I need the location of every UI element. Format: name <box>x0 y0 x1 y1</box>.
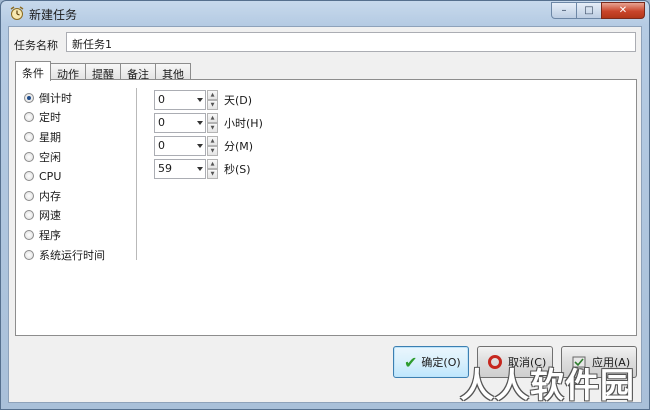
task-app-icon <box>10 6 24 20</box>
radio-unchecked-icon[interactable] <box>24 249 34 260</box>
radio-idle[interactable]: 空闲 <box>24 147 105 167</box>
minimize-icon: – <box>561 5 567 16</box>
seconds-label: 秒(S) <box>224 162 251 176</box>
radio-unchecked-icon[interactable] <box>24 171 34 182</box>
ok-button-label: 确定(O) <box>421 356 461 369</box>
maximize-button[interactable]: □ <box>576 2 602 19</box>
seconds-spinner: ▲ ▼ <box>207 158 218 179</box>
conditions-panel: 倒计时 定时 星期 空闲 CPU 内存 网速 程序 系统运行时间 0 ▲ ▼ 天(… <box>15 79 637 336</box>
radio-scheduled[interactable]: 定时 <box>24 108 105 128</box>
radio-label: CPU <box>39 169 62 183</box>
radio-unchecked-icon[interactable] <box>24 210 34 221</box>
spin-up-icon[interactable]: ▲ <box>207 158 218 169</box>
radio-program[interactable]: 程序 <box>24 225 105 245</box>
window-title: 新建任务 <box>29 8 78 22</box>
radio-cpu[interactable]: CPU <box>24 166 105 186</box>
task-name-label: 任务名称 <box>14 39 58 52</box>
tab-actions[interactable]: 动作 <box>50 63 86 81</box>
seconds-row: 59 ▲ ▼ 秒(S) <box>154 157 263 180</box>
spin-down-icon[interactable]: ▼ <box>207 168 218 179</box>
minutes-value: 0 <box>158 139 165 152</box>
task-name-input[interactable]: 新任务1 <box>66 32 636 52</box>
radio-weekday[interactable]: 星期 <box>24 127 105 147</box>
radio-system-uptime[interactable]: 系统运行时间 <box>24 245 105 265</box>
title-bar[interactable]: 新建任务 – □ ✕ <box>1 1 649 25</box>
close-icon: ✕ <box>618 5 628 16</box>
dialog-window: 新建任务 – □ ✕ 任务名称 新任务1 条件 动作 提醒 备注 其他 倒计时 … <box>0 0 650 410</box>
minutes-combo[interactable]: 0 <box>154 135 206 156</box>
chevron-down-icon[interactable] <box>197 120 203 125</box>
radio-label: 系统运行时间 <box>39 248 105 262</box>
radio-label: 内存 <box>39 189 61 203</box>
tab-reminders[interactable]: 提醒 <box>85 63 121 81</box>
caption-buttons: – □ ✕ <box>551 2 645 21</box>
spin-down-icon[interactable]: ▼ <box>207 122 218 133</box>
hours-label: 小时(H) <box>224 116 263 130</box>
radio-countdown[interactable]: 倒计时 <box>24 88 105 108</box>
days-combo[interactable]: 0 <box>154 89 206 110</box>
radio-label: 空闲 <box>39 150 61 164</box>
days-label: 天(D) <box>224 93 253 107</box>
close-button[interactable]: ✕ <box>601 2 645 19</box>
spin-up-icon[interactable]: ▲ <box>207 89 218 100</box>
spin-down-icon[interactable]: ▼ <box>207 145 218 156</box>
seconds-value: 59 <box>158 162 172 175</box>
chevron-down-icon[interactable] <box>197 143 203 148</box>
hours-spinner: ▲ ▼ <box>207 112 218 133</box>
condition-radio-group: 倒计时 定时 星期 空闲 CPU 内存 网速 程序 系统运行时间 <box>24 88 105 264</box>
radio-label: 定时 <box>39 111 61 125</box>
tab-conditions[interactable]: 条件 <box>15 61 51 81</box>
spin-down-icon[interactable]: ▼ <box>207 99 218 110</box>
hours-combo[interactable]: 0 <box>154 112 206 133</box>
maximize-icon: □ <box>584 5 594 16</box>
spin-up-icon[interactable]: ▲ <box>207 112 218 123</box>
minutes-row: 0 ▲ ▼ 分(M) <box>154 134 263 157</box>
radio-unchecked-icon[interactable] <box>24 229 34 240</box>
minutes-spinner: ▲ ▼ <box>207 135 218 156</box>
tab-strip: 条件 动作 提醒 备注 其他 <box>15 61 191 81</box>
tab-other[interactable]: 其他 <box>155 63 191 81</box>
radio-label: 程序 <box>39 228 61 242</box>
tab-notes[interactable]: 备注 <box>120 63 156 81</box>
ok-button[interactable]: ✔ 确定(O) <box>393 346 469 378</box>
checkmark-icon: ✔ <box>404 352 418 372</box>
vertical-divider <box>136 88 137 260</box>
watermark-text: 人人软件园 <box>460 366 635 406</box>
radio-label: 倒计时 <box>39 91 72 105</box>
radio-label: 网速 <box>39 209 61 223</box>
seconds-combo[interactable]: 59 <box>154 158 206 179</box>
spin-up-icon[interactable]: ▲ <box>207 135 218 146</box>
radio-unchecked-icon[interactable] <box>24 151 34 162</box>
radio-unchecked-icon[interactable] <box>24 131 34 142</box>
dialog-client-area: 任务名称 新任务1 条件 动作 提醒 备注 其他 倒计时 定时 星期 空闲 CP… <box>8 26 642 403</box>
radio-label: 星期 <box>39 130 61 144</box>
chevron-down-icon[interactable] <box>197 97 203 102</box>
radio-network-speed[interactable]: 网速 <box>24 206 105 226</box>
radio-unchecked-icon[interactable] <box>24 112 34 123</box>
hours-value: 0 <box>158 116 165 129</box>
radio-memory[interactable]: 内存 <box>24 186 105 206</box>
hours-row: 0 ▲ ▼ 小时(H) <box>154 111 263 134</box>
radio-unchecked-icon[interactable] <box>24 190 34 201</box>
minimize-button[interactable]: – <box>551 2 577 19</box>
days-value: 0 <box>158 93 165 106</box>
chevron-down-icon[interactable] <box>197 166 203 171</box>
countdown-fields: 0 ▲▼ 天(D) 0 ▲▼ 小时(H) 0 ▲▼ 分(M) 59 ▲▼ <box>154 88 263 180</box>
minutes-label: 分(M) <box>224 139 254 153</box>
days-spinner: ▲ ▼ <box>207 89 218 110</box>
days-row: 0 ▲ ▼ 天(D) <box>154 88 263 111</box>
radio-checked-icon[interactable] <box>24 92 34 103</box>
